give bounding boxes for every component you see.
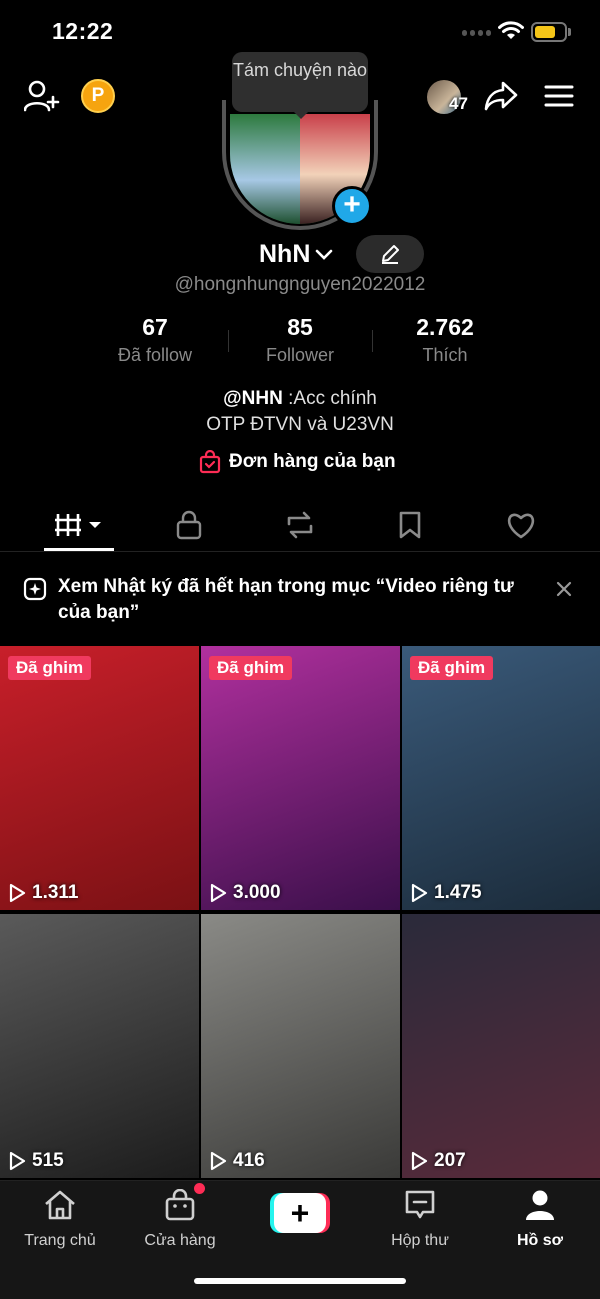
bio-line1: :Acc chính <box>282 388 377 409</box>
battery-icon <box>531 22 567 42</box>
view-count: 3.000 <box>209 882 281 904</box>
pinned-badge: Đã ghim <box>8 656 92 680</box>
tooltip-text: Tám chuyện nào <box>232 60 368 80</box>
tab-reposts[interactable] <box>245 500 355 550</box>
stat-value: 2.762 <box>416 314 474 340</box>
view-count: 207 <box>410 1150 466 1172</box>
view-count-value: 1.311 <box>32 882 79 903</box>
repost-icon <box>287 511 313 539</box>
bookmark-icon <box>399 511 421 539</box>
bio-line2: OTP ĐTVN và U23VN <box>206 414 394 435</box>
nav-home[interactable]: Trang chủ <box>0 1189 120 1250</box>
expired-diary-notice[interactable]: Xem Nhật ký đã hết hạn trong mục “Video … <box>0 560 600 640</box>
heart-icon <box>508 513 534 539</box>
view-count: 1.311 <box>8 882 79 904</box>
notice-text: Xem Nhật ký đã hết hạn trong mục “Video … <box>58 576 514 623</box>
menu-icon[interactable] <box>544 84 574 108</box>
profile-tabs <box>0 500 600 552</box>
shop-icon <box>165 1188 195 1221</box>
video-thumbnail[interactable]: Đã ghim 1.311 <box>0 646 199 910</box>
stat-label: Follower <box>265 345 335 365</box>
lock-icon <box>176 510 202 540</box>
pencil-icon <box>382 245 399 264</box>
stat-label: Thích <box>422 345 468 365</box>
tab-videos[interactable] <box>24 500 134 550</box>
coins-icon[interactable]: P <box>81 79 115 113</box>
play-icon <box>411 1151 428 1171</box>
view-count: 515 <box>8 1150 64 1172</box>
profile-name: NhN <box>259 240 311 268</box>
nav-label: Hồ sơ <box>516 1232 564 1249</box>
view-count-value: 416 <box>233 1150 265 1171</box>
grid-icon <box>55 514 101 536</box>
battery-cap <box>568 28 571 36</box>
home-icon <box>45 1190 75 1220</box>
play-icon <box>210 1151 227 1171</box>
profile-icon <box>526 1190 554 1220</box>
profile-bio: @NHN :Acc chính OTP ĐTVN và U23VN <box>0 386 600 438</box>
video-grid: Đã ghim 1.311 Đã ghim 3.000 Đã ghim 1.475 515 4… <box>0 646 600 1178</box>
pinned-badge: Đã ghim <box>209 656 293 680</box>
profile-name-row[interactable]: NhN <box>259 240 334 269</box>
stat-divider <box>228 330 229 352</box>
nav-label: Hộp thư <box>391 1232 449 1249</box>
cellular-signal-icon <box>462 30 491 36</box>
stat-value: 85 <box>287 314 313 340</box>
shopping-bag-icon <box>199 450 221 474</box>
view-count: 1.475 <box>410 882 482 904</box>
nav-profile[interactable]: Hồ sơ <box>480 1189 600 1250</box>
tab-private[interactable] <box>134 500 244 550</box>
stat-following[interactable]: 67 Đã follow <box>80 314 230 366</box>
bio-mention[interactable]: @NHN <box>223 388 283 409</box>
stat-divider <box>372 330 373 352</box>
create-button[interactable]: + <box>270 1193 330 1233</box>
view-count: 416 <box>209 1150 265 1172</box>
add-friend-icon[interactable] <box>24 80 60 112</box>
view-count-value: 515 <box>32 1150 64 1171</box>
stat-likes[interactable]: 2.762 Thích <box>370 314 520 366</box>
coin-label: P <box>91 85 105 106</box>
home-indicator <box>194 1278 406 1284</box>
play-icon <box>9 1151 26 1171</box>
close-icon[interactable] <box>553 578 575 600</box>
tooltip-arrow <box>292 110 310 119</box>
stat-followers[interactable]: 85 Follower <box>225 314 375 366</box>
tab-favorites[interactable] <box>355 500 465 550</box>
status-time: 12:22 <box>52 18 114 44</box>
active-tab-indicator <box>44 548 114 551</box>
inbox-icon <box>405 1190 435 1219</box>
sparkle-icon <box>23 577 47 601</box>
view-count-value: 3.000 <box>233 882 281 903</box>
play-icon <box>411 883 428 903</box>
orders-label: Đơn hàng của bạn <box>229 451 396 472</box>
wifi-icon <box>498 21 524 39</box>
pinned-badge: Đã ghim <box>410 656 494 680</box>
play-icon <box>210 883 227 903</box>
share-icon[interactable] <box>484 80 518 112</box>
view-count-value: 207 <box>434 1150 466 1171</box>
profile-handle: @hongnhungnguyen2022012 <box>174 274 426 295</box>
video-thumbnail[interactable]: 515 <box>0 914 199 1178</box>
shop-notification-dot <box>194 1183 205 1194</box>
orders-link[interactable]: Đơn hàng của bạn <box>199 450 396 474</box>
video-thumbnail[interactable]: 207 <box>402 914 600 1178</box>
friends-count: 47 <box>449 94 468 113</box>
nav-shop[interactable]: Cửa hàng <box>120 1188 240 1250</box>
view-count-value: 1.475 <box>434 882 482 903</box>
nav-label: Cửa hàng <box>144 1232 216 1249</box>
stat-label: Đã follow <box>117 345 193 365</box>
tab-liked[interactable] <box>466 500 576 550</box>
chevron-down-icon <box>316 249 333 260</box>
chat-tooltip[interactable]: Tám chuyện nào <box>232 52 368 112</box>
stat-value: 67 <box>142 314 168 340</box>
video-thumbnail[interactable]: Đã ghim 1.475 <box>402 646 600 910</box>
add-story-icon[interactable]: + <box>332 186 372 226</box>
edit-profile-button[interactable] <box>356 235 424 273</box>
play-icon <box>9 883 26 903</box>
plus-icon: + <box>274 1193 326 1233</box>
nav-inbox[interactable]: Hộp thư <box>360 1189 480 1250</box>
nav-label: Trang chủ <box>24 1232 96 1249</box>
video-thumbnail[interactable]: Đã ghim 3.000 <box>201 646 400 910</box>
video-thumbnail[interactable]: 416 <box>201 914 400 1178</box>
